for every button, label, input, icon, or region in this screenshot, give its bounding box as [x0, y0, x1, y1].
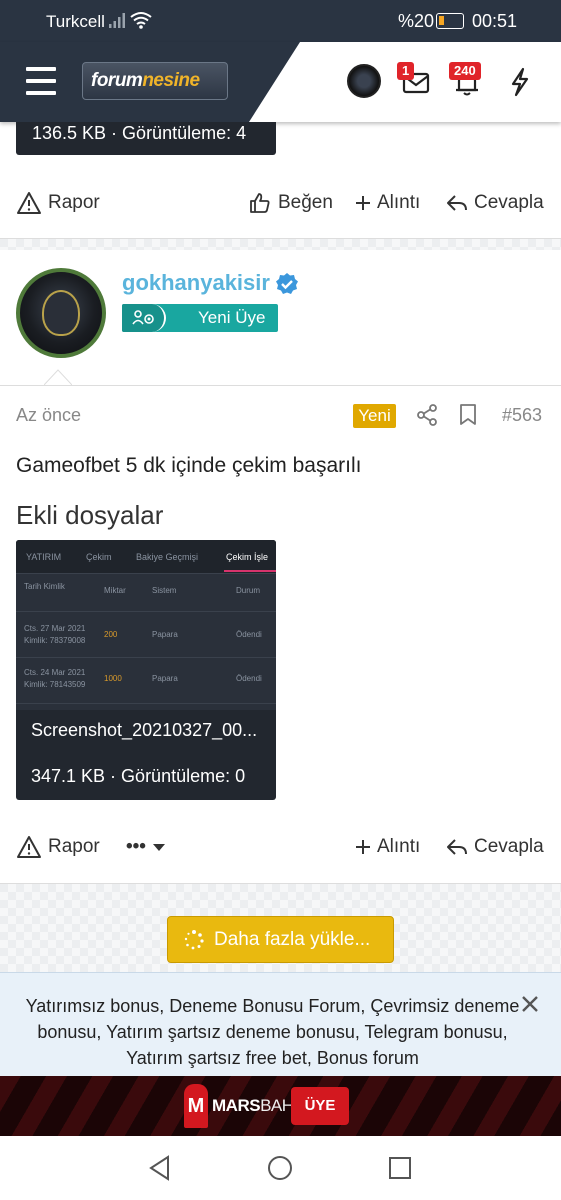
like-button[interactable]: Beğen — [248, 183, 333, 223]
like-label: Beğen — [278, 192, 333, 213]
logo-text-b: nesine — [142, 70, 200, 91]
attachment-card[interactable]: YATIRIM Çekim Bakiye Geçmişi Çekim İşle … — [16, 540, 276, 800]
warning-icon — [17, 192, 41, 214]
thumbs-up-icon — [250, 193, 270, 213]
message-caret — [44, 369, 72, 385]
thumb-tab: YATIRIM — [26, 552, 62, 562]
previous-post-actions: Rapor Beğen Alıntı Cevapla — [0, 183, 561, 223]
inbox-badge: 1 — [397, 62, 415, 80]
menu-button[interactable] — [26, 67, 56, 95]
report-button[interactable]: Rapor — [16, 183, 100, 223]
post-user-block: gokhanyakisir Yeni Üye — [0, 250, 561, 385]
thumb-col: Durum — [236, 586, 261, 595]
previous-attachment[interactable]: 136.5 KB · Görüntüleme: 4 — [16, 122, 276, 155]
quote-button[interactable]: Alıntı — [355, 183, 420, 223]
signal-icon — [109, 13, 125, 28]
report-label: Rapor — [48, 836, 100, 857]
reply-icon — [447, 195, 467, 211]
post-actions: Rapor ••• Alıntı Cevapla — [0, 827, 561, 867]
home-icon[interactable] — [266, 1154, 294, 1182]
system-nav-bar — [0, 1136, 561, 1200]
user-block-divider — [0, 385, 561, 386]
thumb-system: Papara — [152, 630, 178, 639]
lightning-icon[interactable] — [502, 64, 538, 100]
quote-label: Alıntı — [377, 192, 421, 213]
ad-cta-button[interactable]: ÜYE OL! — [291, 1087, 349, 1152]
thumb-date: Cts. 24 Mar 2021 — [24, 668, 86, 677]
previous-attachment-meta: 136.5 KB · Görüntüleme: 4 — [32, 123, 247, 143]
logo-text-a: forum — [91, 70, 143, 91]
battery-percent: %20 — [398, 11, 435, 31]
share-icon[interactable] — [415, 404, 439, 426]
thumb-tab: Bakiye Geçmişi — [136, 552, 199, 562]
notice-text: Yatırımsız bonus, Deneme Bonusu Forum, Ç… — [25, 996, 520, 1068]
reply-label: Cevapla — [474, 836, 544, 857]
recents-icon[interactable] — [386, 1154, 414, 1182]
load-more-button[interactable]: Daha fazla yükle... — [167, 916, 394, 963]
more-label: ••• — [126, 836, 146, 857]
close-icon[interactable] — [518, 992, 542, 1016]
username-link[interactable]: gokhanyakisir — [122, 270, 270, 296]
reply-button[interactable]: Cevapla — [446, 183, 544, 223]
plus-icon — [356, 196, 370, 210]
user-title-badge: Yeni Üye — [122, 304, 278, 332]
warning-icon — [17, 836, 41, 858]
new-badge: Yeni — [353, 404, 396, 428]
thumb-amount: 200 — [104, 630, 118, 639]
alerts-badge: 240 — [449, 62, 481, 80]
report-button[interactable]: Rapor — [16, 827, 100, 867]
thumb-status: Ödendi — [236, 674, 262, 683]
post-time[interactable]: Az önce — [16, 405, 81, 426]
spinner-icon — [184, 930, 204, 950]
attachment-filename: Screenshot_20210327_00... — [31, 720, 258, 740]
thumb-status: Ödendi — [236, 630, 262, 639]
load-more-label: Daha fazla yükle... — [214, 929, 371, 950]
status-bar: Turkcell %20 00:51 — [0, 0, 561, 42]
chevron-down-icon — [152, 844, 165, 851]
attachments-heading: Ekli dosyalar — [16, 500, 164, 530]
user-group-icon — [122, 304, 166, 332]
post-separator — [0, 239, 561, 250]
wifi-icon — [130, 12, 152, 29]
notice-banner: Yatırımsız bonus, Deneme Bonusu Forum, Ç… — [0, 972, 561, 1076]
thumb-system: Papara — [152, 674, 178, 683]
ad-banner[interactable]: M MARSBAHIS ÜYE OL! — [0, 1076, 561, 1152]
post-body: Gameofbet 5 dk içinde çekim başarılı — [16, 454, 362, 477]
thumb-tab: Çekim — [86, 552, 112, 562]
account-avatar[interactable] — [347, 64, 381, 98]
quote-button[interactable]: Alıntı — [355, 827, 420, 867]
battery-icon — [436, 13, 464, 29]
thumb-col: Tarih Kimlik — [24, 582, 65, 591]
thumb-col: Sistem — [152, 586, 177, 595]
more-actions-button[interactable]: ••• — [126, 827, 166, 867]
attachment-thumbnail: YATIRIM Çekim Bakiye Geçmişi Çekim İşle … — [16, 540, 276, 710]
site-header: forumnesine 1 240 — [0, 42, 561, 122]
plus-icon — [356, 840, 370, 854]
reply-icon — [447, 839, 467, 855]
quote-label: Alıntı — [377, 836, 421, 857]
thumb-id: Kimlik: 78379008 — [24, 636, 86, 645]
clock: 00:51 — [472, 11, 518, 31]
carrier-label: Turkcell — [46, 12, 105, 31]
attachment-meta: 347.1 KB · Görüntüleme: 0 — [31, 766, 246, 786]
thumb-amount: 1000 — [104, 674, 122, 683]
site-logo[interactable]: forumnesine — [82, 62, 228, 100]
bookmark-icon[interactable] — [458, 403, 478, 427]
thumb-tab: Çekim İşle — [226, 552, 269, 562]
ad-logo: M — [184, 1084, 208, 1128]
reply-label: Cevapla — [474, 192, 544, 213]
thumb-col: Miktar — [104, 586, 126, 595]
user-title-label: Yeni Üye — [198, 308, 266, 327]
reply-button[interactable]: Cevapla — [446, 827, 544, 867]
user-avatar[interactable] — [16, 268, 106, 358]
post-number[interactable]: #563 — [502, 405, 542, 426]
back-icon[interactable] — [146, 1154, 174, 1182]
verified-icon — [276, 273, 298, 294]
ad-brand-a: MARS — [212, 1096, 261, 1115]
thumb-date: Cts. 27 Mar 2021 — [24, 624, 86, 633]
thumb-id: Kimlik: 78143509 — [24, 680, 86, 689]
report-label: Rapor — [48, 192, 100, 213]
